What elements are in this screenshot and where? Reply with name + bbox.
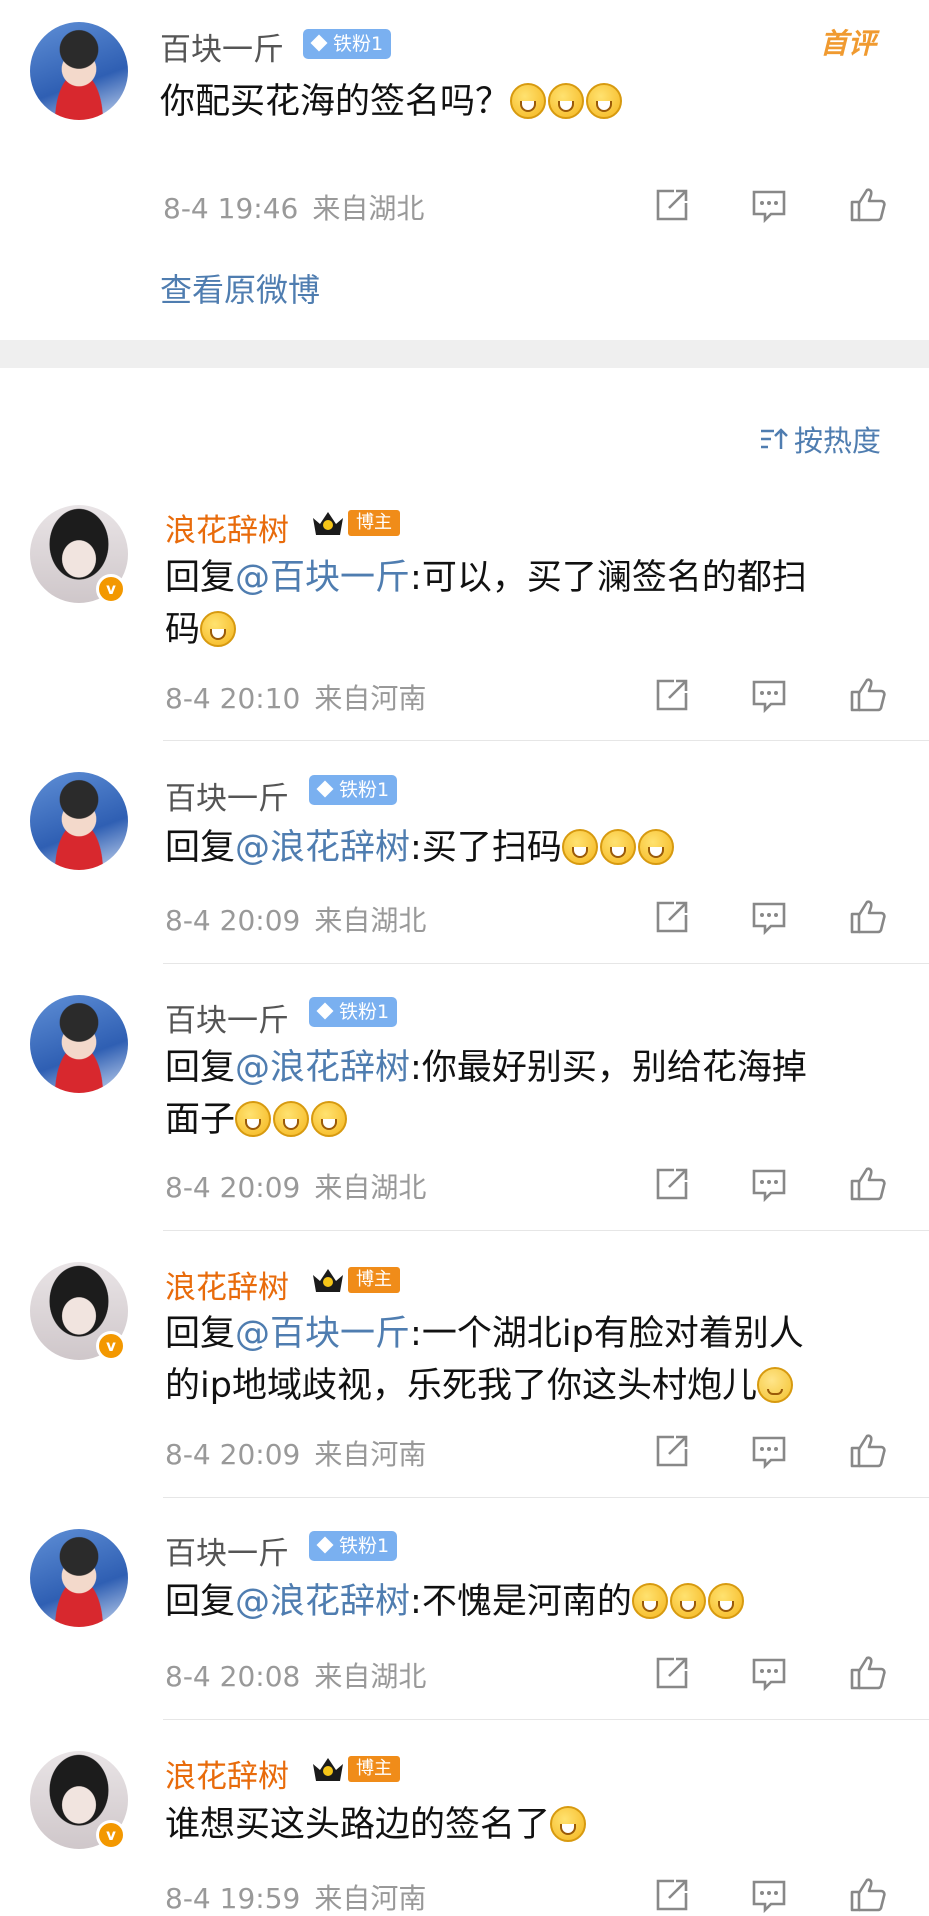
reply-text-cont: 的ip地域歧视，乐死我了你这头村炮儿 bbox=[165, 1360, 795, 1412]
reply-text: 回复@百块一斤:一个湖北ip有脸对着别人 bbox=[165, 1314, 804, 1354]
comment-icon[interactable] bbox=[749, 1164, 789, 1204]
reply-meta: 8-4 20:09 来自湖北 bbox=[165, 904, 427, 937]
host-badge: 博主 bbox=[310, 1265, 400, 1295]
diamond-icon bbox=[316, 780, 334, 798]
comment-meta: 8-4 19:46 来自湖北 bbox=[163, 192, 425, 225]
reply-meta: 8-4 20:09 来自河南 bbox=[165, 1438, 427, 1471]
view-original-link[interactable]: 查看原微博 bbox=[160, 265, 320, 311]
like-icon[interactable] bbox=[848, 1875, 888, 1915]
verified-icon: v bbox=[96, 574, 126, 604]
comment-text: 你配买花海的签名吗？ bbox=[160, 76, 624, 128]
diamond-icon bbox=[310, 34, 328, 52]
reply-text-cont: 面子 bbox=[165, 1094, 349, 1146]
avatar[interactable] bbox=[30, 995, 128, 1093]
reply-meta: 8-4 20:10 来自河南 bbox=[165, 682, 427, 715]
like-icon[interactable] bbox=[848, 1653, 888, 1693]
reply-meta: 8-4 20:09 来自湖北 bbox=[165, 1171, 427, 1204]
section-divider bbox=[0, 340, 929, 368]
diamond-icon bbox=[316, 1536, 334, 1554]
crown-icon bbox=[310, 1265, 346, 1295]
avatar[interactable] bbox=[30, 1529, 128, 1627]
laugh-emoji-icon bbox=[586, 83, 623, 119]
username[interactable]: 百块一斤 bbox=[165, 773, 289, 818]
avatar[interactable] bbox=[30, 22, 128, 120]
mention-link[interactable]: @浪花辞树 bbox=[235, 1582, 410, 1622]
comment-icon[interactable] bbox=[749, 897, 789, 937]
reply-text: 回复@浪花辞树:你最好别买，别给花海掉 bbox=[165, 1048, 807, 1088]
fan-badge[interactable]: 铁粉1 bbox=[309, 775, 398, 805]
fan-badge[interactable]: 铁粉1 bbox=[303, 29, 392, 59]
reply-text-cont: 码 bbox=[165, 604, 238, 656]
laugh-emoji-icon bbox=[550, 1806, 587, 1842]
laugh-emoji-icon bbox=[707, 1583, 744, 1619]
diamond-icon bbox=[316, 1002, 334, 1020]
comment-icon[interactable] bbox=[749, 1875, 789, 1915]
laugh-emoji-icon bbox=[200, 611, 237, 647]
like-icon[interactable] bbox=[848, 1164, 888, 1204]
sort-toggle[interactable]: 按热度 bbox=[758, 418, 881, 460]
comment-icon[interactable] bbox=[749, 675, 789, 715]
host-badge: 博主 bbox=[310, 1754, 400, 1784]
username[interactable]: 浪花辞树 bbox=[165, 1262, 289, 1307]
like-icon[interactable] bbox=[848, 897, 888, 937]
laugh-emoji-icon bbox=[631, 1583, 668, 1619]
reply-text: 回复@浪花辞树:买了扫码 bbox=[165, 822, 676, 874]
username[interactable]: 浪花辞树 bbox=[165, 505, 289, 550]
username[interactable]: 浪花辞树 bbox=[165, 1751, 289, 1796]
reply-text: 回复@浪花辞树:不愧是河南的 bbox=[165, 1576, 746, 1628]
laugh-emoji-icon bbox=[637, 829, 674, 865]
reply-text: 谁想买这头路边的签名了 bbox=[165, 1799, 588, 1851]
laugh-emoji-icon bbox=[235, 1101, 272, 1137]
host-badge: 博主 bbox=[310, 508, 400, 538]
share-icon[interactable] bbox=[652, 1431, 692, 1471]
username[interactable]: 百块一斤 bbox=[160, 24, 284, 69]
laugh-emoji-icon bbox=[510, 83, 547, 119]
fan-badge[interactable]: 铁粉1 bbox=[309, 997, 398, 1027]
sort-icon bbox=[761, 428, 788, 449]
mention-link[interactable]: @百块一斤 bbox=[235, 558, 410, 598]
row-divider bbox=[163, 1230, 929, 1231]
reply-text: 回复@百块一斤:可以，买了澜签名的都扫 bbox=[165, 558, 807, 598]
username[interactable]: 百块一斤 bbox=[165, 995, 289, 1040]
share-icon[interactable] bbox=[652, 1164, 692, 1204]
verified-icon: v bbox=[96, 1820, 126, 1850]
username[interactable]: 百块一斤 bbox=[165, 1528, 289, 1573]
comment-icon[interactable] bbox=[749, 185, 789, 225]
row-divider bbox=[163, 1719, 929, 1720]
share-icon[interactable] bbox=[652, 897, 692, 937]
fan-badge[interactable]: 铁粉1 bbox=[309, 1531, 398, 1561]
share-icon[interactable] bbox=[652, 1875, 692, 1915]
verified-icon: v bbox=[96, 1331, 126, 1361]
laugh-emoji-icon bbox=[599, 829, 636, 865]
like-icon[interactable] bbox=[848, 1431, 888, 1471]
comment-icon[interactable] bbox=[749, 1431, 789, 1471]
mention-link[interactable]: @浪花辞树 bbox=[235, 1048, 410, 1088]
row-divider bbox=[163, 1497, 929, 1498]
like-icon[interactable] bbox=[848, 185, 888, 225]
share-icon[interactable] bbox=[652, 185, 692, 225]
mention-link[interactable]: @百块一斤 bbox=[235, 1314, 410, 1354]
row-divider bbox=[163, 963, 929, 964]
laugh-emoji-icon bbox=[273, 1101, 310, 1137]
mention-link[interactable]: @浪花辞树 bbox=[235, 828, 410, 868]
laugh-emoji-icon bbox=[561, 829, 598, 865]
reply-meta: 8-4 20:08 来自湖北 bbox=[165, 1660, 427, 1693]
laugh-emoji-icon bbox=[669, 1583, 706, 1619]
laugh-emoji-icon bbox=[548, 83, 585, 119]
crown-icon bbox=[310, 508, 346, 538]
like-icon[interactable] bbox=[848, 675, 888, 715]
laugh-emoji-icon bbox=[311, 1101, 348, 1137]
row-divider bbox=[163, 740, 929, 741]
first-comment-badge: 首评 bbox=[820, 27, 877, 60]
share-icon[interactable] bbox=[652, 675, 692, 715]
reply-meta: 8-4 19:59 来自河南 bbox=[165, 1882, 427, 1915]
smile-emoji-icon bbox=[756, 1367, 793, 1403]
comment-icon[interactable] bbox=[749, 1653, 789, 1693]
share-icon[interactable] bbox=[652, 1653, 692, 1693]
crown-icon bbox=[310, 1754, 346, 1784]
avatar[interactable] bbox=[30, 772, 128, 870]
